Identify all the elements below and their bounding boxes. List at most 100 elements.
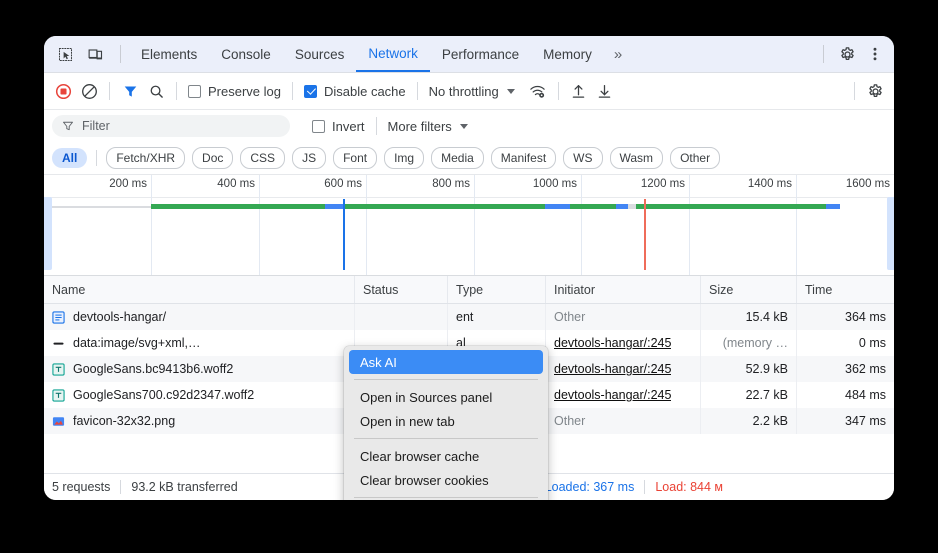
tabstrip-divider <box>120 45 121 63</box>
disable-cache-checkbox[interactable]: Disable cache <box>300 84 410 99</box>
col-header-time[interactable]: Time <box>797 276 894 303</box>
col-header-status[interactable]: Status <box>355 276 448 303</box>
tab-performance[interactable]: Performance <box>430 36 531 72</box>
record-stop-button[interactable] <box>50 78 76 104</box>
chip-doc[interactable]: Doc <box>192 147 233 169</box>
settings-gear-icon[interactable] <box>834 41 860 67</box>
cell-time: 0 ms <box>797 330 894 356</box>
name-cell-wrap: GoogleSans700.c92d2347.woff2 <box>52 388 254 402</box>
table-row[interactable]: devtools-hangar/ ent Other 15.4 kB 364 m… <box>44 304 894 330</box>
col-header-type[interactable]: Type <box>448 276 546 303</box>
chip-font[interactable]: Font <box>333 147 377 169</box>
gear-glyph <box>839 46 856 63</box>
menu-divider-2 <box>354 438 538 439</box>
col-header-initiator[interactable]: Initiator <box>546 276 701 303</box>
overview-tick-1600: 1600 ms <box>846 178 890 190</box>
overview-tick-1000: 1000 ms <box>533 178 577 190</box>
toggle-filter-button[interactable] <box>117 78 143 104</box>
toolbar-divider-4 <box>417 82 418 100</box>
menu-item-clear-browser-cookies[interactable]: Clear browser cookies <box>344 468 548 492</box>
cell-type: ent <box>448 304 546 330</box>
menu-item-open-in-sources-panel[interactable]: Open in Sources panel <box>344 385 548 409</box>
col-header-name[interactable]: Name <box>44 276 355 303</box>
tab-memory[interactable]: Memory <box>531 36 604 72</box>
chip-img[interactable]: Img <box>384 147 424 169</box>
load-event-marker <box>644 199 646 270</box>
more-options-kebab-icon[interactable] <box>862 41 888 67</box>
cell-initiator: Other <box>546 408 701 434</box>
search-icon <box>149 84 164 99</box>
menu-item-open-in-new-tab[interactable]: Open in new tab <box>344 409 548 433</box>
cell-initiator: devtools-hangar/:245 <box>546 356 701 382</box>
initiator-link[interactable]: devtools-hangar/:245 <box>554 388 671 402</box>
disable-cache-box <box>304 85 317 98</box>
chip-css[interactable]: CSS <box>240 147 285 169</box>
initiator-link[interactable]: devtools-hangar/:245 <box>554 362 671 376</box>
request-name: data:image/svg+xml,… <box>73 336 200 350</box>
chip-js[interactable]: JS <box>292 147 326 169</box>
chip-divider <box>96 150 97 166</box>
tab-console[interactable]: Console <box>209 36 283 72</box>
network-overview[interactable]: 200 ms 400 ms 600 ms 800 ms 1000 ms 1200… <box>44 175 894 276</box>
preserve-log-box <box>188 85 201 98</box>
overview-blue-segment-3 <box>616 204 628 209</box>
chip-all[interactable]: All <box>52 148 87 168</box>
cell-size: 52.9 kB <box>701 356 797 382</box>
menu-item-clear-browser-cache[interactable]: Clear browser cache <box>344 444 548 468</box>
request-name: GoogleSans700.c92d2347.woff2 <box>73 388 254 402</box>
initiator-link[interactable]: devtools-hangar/:245 <box>554 336 671 350</box>
cell-status <box>355 304 448 330</box>
cell-time: 362 ms <box>797 356 894 382</box>
chip-media[interactable]: Media <box>431 147 484 169</box>
more-filters-dropdown[interactable]: More filters <box>384 119 472 134</box>
import-har-button[interactable] <box>566 78 592 104</box>
throttling-value: No throttling <box>429 84 499 99</box>
table-header-row: Name Status Type Initiator Size Time <box>44 276 894 304</box>
resource-type-filters: All Fetch/XHR Doc CSS JS Font Img Media … <box>44 142 894 175</box>
menu-item-ask-ai[interactable]: Ask AI <box>349 350 543 374</box>
clear-icon <box>81 83 98 100</box>
panel-tabs: Elements Console Sources Network Perform… <box>129 36 631 72</box>
device-toolbar-icon[interactable] <box>82 41 108 67</box>
col-header-size[interactable]: Size <box>701 276 797 303</box>
chip-wasm[interactable]: Wasm <box>610 147 664 169</box>
cell-name: GoogleSans700.c92d2347.woff2 <box>44 382 355 408</box>
wifi-settings-icon <box>529 83 546 100</box>
tab-network[interactable]: Network <box>356 36 430 72</box>
funnel-icon <box>123 84 138 99</box>
tab-sources[interactable]: Sources <box>283 36 357 72</box>
devtools-window: Elements Console Sources Network Perform… <box>44 36 894 500</box>
overview-request-band <box>44 204 894 209</box>
status-requests: 5 requests <box>52 480 110 494</box>
more-tabs-chevron-icon[interactable]: » <box>604 36 631 72</box>
chip-fetch-xhr[interactable]: Fetch/XHR <box>106 147 185 169</box>
overview-blue-segment-1 <box>325 204 343 209</box>
tabstrip-right-icons <box>815 41 894 67</box>
context-menu: Ask AI Open in Sources panel Open in new… <box>344 346 548 500</box>
network-conditions-button[interactable] <box>525 78 551 104</box>
chip-other[interactable]: Other <box>670 147 720 169</box>
chip-ws[interactable]: WS <box>563 147 602 169</box>
tab-elements[interactable]: Elements <box>129 36 209 72</box>
toolbar-divider-2 <box>176 82 177 100</box>
disable-cache-label: Disable cache <box>324 84 406 99</box>
throttling-select[interactable]: No throttling <box>425 84 519 99</box>
chip-manifest[interactable]: Manifest <box>491 147 556 169</box>
overview-left-handle[interactable] <box>44 197 52 270</box>
inspect-element-icon[interactable] <box>52 41 78 67</box>
search-button[interactable] <box>143 78 169 104</box>
preserve-log-checkbox[interactable]: Preserve log <box>184 84 285 99</box>
dom-content-loaded-marker <box>343 199 345 270</box>
toolbar-right <box>847 78 888 104</box>
overview-tick-600: 600 ms <box>324 178 362 190</box>
export-har-button[interactable] <box>592 78 618 104</box>
name-cell-wrap: favicon-32x32.png <box>52 414 175 428</box>
overview-green-segment-1 <box>151 204 325 209</box>
filter-divider <box>376 117 377 135</box>
invert-checkbox[interactable]: Invert <box>308 119 369 134</box>
clear-log-button[interactable] <box>76 78 102 104</box>
network-settings-gear-icon[interactable] <box>862 78 888 104</box>
filter-input[interactable]: Filter <box>52 115 290 137</box>
overview-right-handle[interactable] <box>887 197 894 270</box>
overview-gap-segment <box>628 204 636 209</box>
